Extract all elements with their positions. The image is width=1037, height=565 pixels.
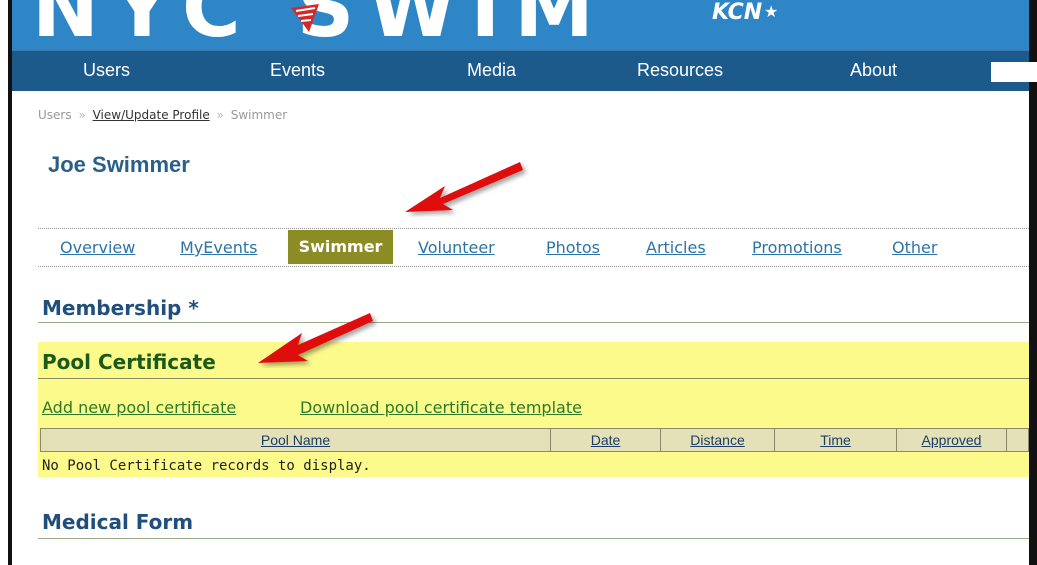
breadcrumb-users: Users xyxy=(38,108,72,122)
tab-articles[interactable]: Articles xyxy=(646,238,706,257)
pool-certificate-section: Pool Certificate Add new pool certificat… xyxy=(38,342,1029,477)
tab-swimmer[interactable]: Swimmer xyxy=(288,230,393,264)
breadcrumb-separator: » xyxy=(78,108,86,122)
profile-name: Joe Swimmer xyxy=(48,152,190,177)
flag-icon xyxy=(291,4,319,32)
section-divider xyxy=(38,378,1029,379)
annotation-arrow-icon xyxy=(258,313,373,363)
search-input[interactable] xyxy=(991,62,1037,82)
nav-item-about[interactable]: About xyxy=(850,60,897,81)
download-template-link[interactable]: Download pool certificate template xyxy=(300,398,582,417)
tab-myevents[interactable]: MyEvents xyxy=(180,238,257,257)
tab-volunteer[interactable]: Volunteer xyxy=(418,238,495,257)
section-membership-title[interactable]: Membership * xyxy=(42,296,199,320)
site-banner: NYC SWIM KCN ★ xyxy=(12,0,1029,50)
breadcrumb-separator: » xyxy=(216,108,224,122)
nav-item-events[interactable]: Events xyxy=(270,60,325,81)
star-icon: ★ xyxy=(764,2,779,21)
column-time[interactable]: Time xyxy=(775,429,897,451)
column-pool-name[interactable]: Pool Name xyxy=(41,429,551,451)
add-pool-certificate-link[interactable]: Add new pool certificate xyxy=(42,398,236,417)
tab-other[interactable]: Other xyxy=(892,238,937,257)
pool-grid-header: Pool Name Date Distance Time Approved xyxy=(40,428,1029,452)
column-date[interactable]: Date xyxy=(551,429,661,451)
logo-subtext: KCN xyxy=(712,0,763,25)
tab-photos[interactable]: Photos xyxy=(546,238,600,257)
tab-promotions[interactable]: Promotions xyxy=(752,238,842,257)
column-approved[interactable]: Approved xyxy=(897,429,1007,451)
tab-divider-bottom xyxy=(38,266,1029,267)
section-divider xyxy=(38,322,1029,323)
annotation-arrow-icon xyxy=(405,162,523,212)
tab-overview[interactable]: Overview xyxy=(60,238,135,257)
breadcrumb-view-update-profile[interactable]: View/Update Profile xyxy=(93,108,210,122)
section-divider xyxy=(38,538,1029,539)
nav-item-media[interactable]: Media xyxy=(467,60,516,81)
section-medical-form-title[interactable]: Medical Form xyxy=(42,510,193,534)
window-frame-right xyxy=(1029,0,1037,565)
main-nav: Users Events Media Resources About xyxy=(12,50,1037,91)
breadcrumb-swimmer: Swimmer xyxy=(230,108,288,122)
column-distance[interactable]: Distance xyxy=(661,429,775,451)
nav-item-resources[interactable]: Resources xyxy=(637,60,723,81)
breadcrumb: Users » View/Update Profile » Swimmer xyxy=(38,108,287,122)
section-pool-certificate-title[interactable]: Pool Certificate xyxy=(42,350,216,374)
nav-item-users[interactable]: Users xyxy=(83,60,130,81)
empty-grid-message: No Pool Certificate records to display. xyxy=(42,458,371,474)
